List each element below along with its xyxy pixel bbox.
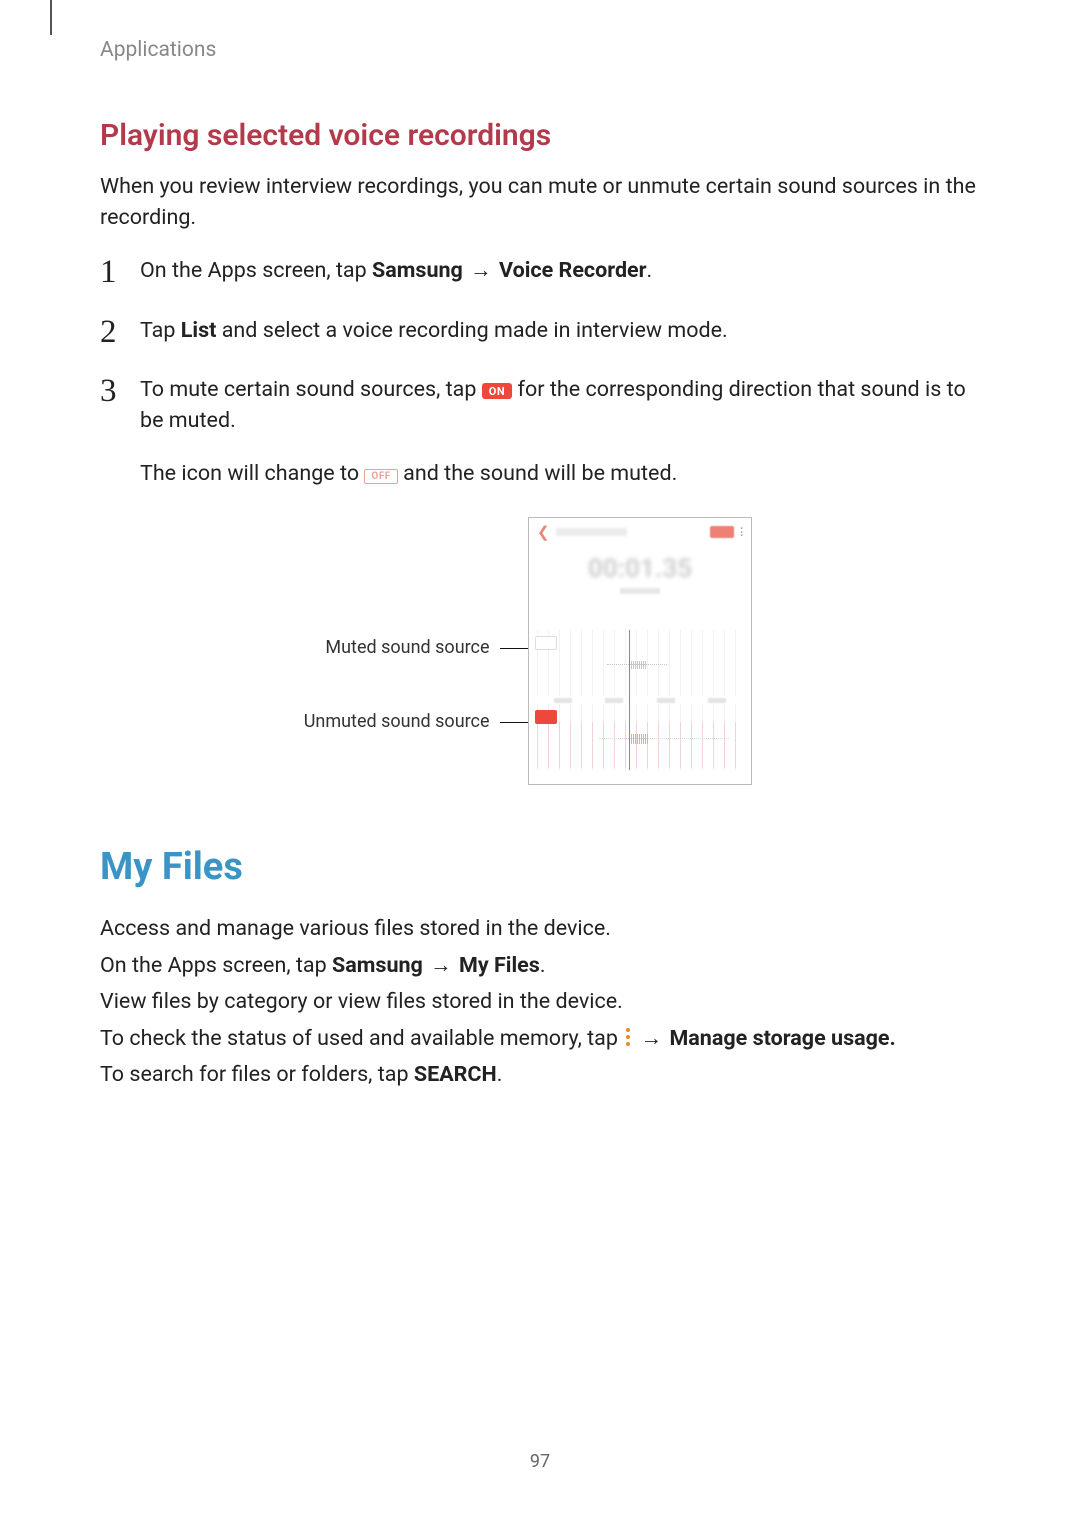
phone-screenshot: ❮ ••• 00:01.35 [528,517,752,785]
arrow-icon: → [423,953,459,978]
arrow-icon: → [633,1026,669,1051]
illustration-wrapper: Muted sound source Unmuted sound source … [100,517,980,785]
myfiles-p3: View files by category or view files sto… [100,984,980,1021]
myfiles-p5-pre: To search for files or folders, tap [100,1062,414,1087]
page-cut-mark [50,0,52,35]
step-1-bold-2: Voice Recorder [499,258,647,283]
section-title-voice: Playing selected voice recordings [100,118,980,153]
callout-line [500,648,528,649]
step-2-text-pre: Tap [140,318,181,343]
step-2-text-post: and select a voice recording made in int… [216,318,727,343]
callout-unmuted: Unmuted sound source [304,711,528,732]
callout-muted-label: Muted sound source [325,637,489,658]
phone-header: ❮ ••• [529,518,751,546]
waveform-muted [607,664,667,665]
myfiles-p4-b1: Manage storage usage. [669,1026,895,1051]
more-icon: ••• [740,527,743,537]
myfiles-p2-pre: On the Apps screen, tap [100,953,332,978]
phone-on-pill [710,526,734,538]
arrow-icon: → [463,258,499,283]
phone-time: 00:01.35 [529,554,751,584]
track-muted [537,630,743,696]
step-3: To mute certain sound sources, tap ON fo… [100,374,980,490]
steps-list: On the Apps screen, tap Samsung → Voice … [100,255,980,489]
callout-unmuted-label: Unmuted sound source [304,711,490,732]
breadcrumb: Applications [100,38,980,62]
toggle-on-icon [535,710,557,724]
on-icon: ON [482,383,512,399]
myfiles-p4: To check the status of used and availabl… [100,1021,980,1058]
myfiles-p4-pre: To check the status of used and availabl… [100,1026,623,1051]
myfiles-p5: To search for files or folders, tap SEAR… [100,1057,980,1094]
track-unmuted [537,704,743,770]
myfiles-p5-post: . [497,1062,503,1087]
phone-subtext-placeholder [620,588,660,594]
back-icon: ❮ [537,523,550,541]
callout-line [500,722,528,723]
myfiles-p1: Access and manage various files stored i… [100,911,980,948]
myfiles-p2-b1: Samsung [332,953,423,978]
intro-paragraph: When you review interview recordings, yo… [100,171,980,233]
myfiles-p2-post: . [540,953,546,978]
waveform-unmuted [599,738,729,739]
callout-muted: Muted sound source [325,637,528,658]
myfiles-body: Access and manage various files stored i… [100,911,980,1094]
step-3-sub-post: and the sound will be muted. [403,461,677,486]
section-title-myfiles: My Files [100,845,980,889]
step-2-bold-1: List [181,318,217,343]
myfiles-p2: On the Apps screen, tap Samsung → My Fil… [100,948,980,985]
more-icon [625,1027,631,1047]
step-1: On the Apps screen, tap Samsung → Voice … [100,255,980,286]
myfiles-p2-b2: My Files [459,953,540,978]
step-3-sub: The icon will change to OFF and the soun… [140,458,980,489]
step-3-sub-pre: The icon will change to [140,461,364,486]
step-1-text-post: . [647,258,653,283]
toggle-off-icon [535,636,557,650]
myfiles-p5-b1: SEARCH [414,1062,497,1087]
waveform-bars-red [537,722,743,768]
phone-title-placeholder [556,528,627,536]
page-number: 97 [0,1451,1080,1472]
step-1-text-pre: On the Apps screen, tap [140,258,372,283]
off-icon: OFF [364,469,397,484]
step-3-text-pre: To mute certain sound sources, tap [140,377,482,402]
step-1-bold-1: Samsung [372,258,463,283]
step-2: Tap List and select a voice recording ma… [100,315,980,346]
playhead-line [629,630,630,770]
